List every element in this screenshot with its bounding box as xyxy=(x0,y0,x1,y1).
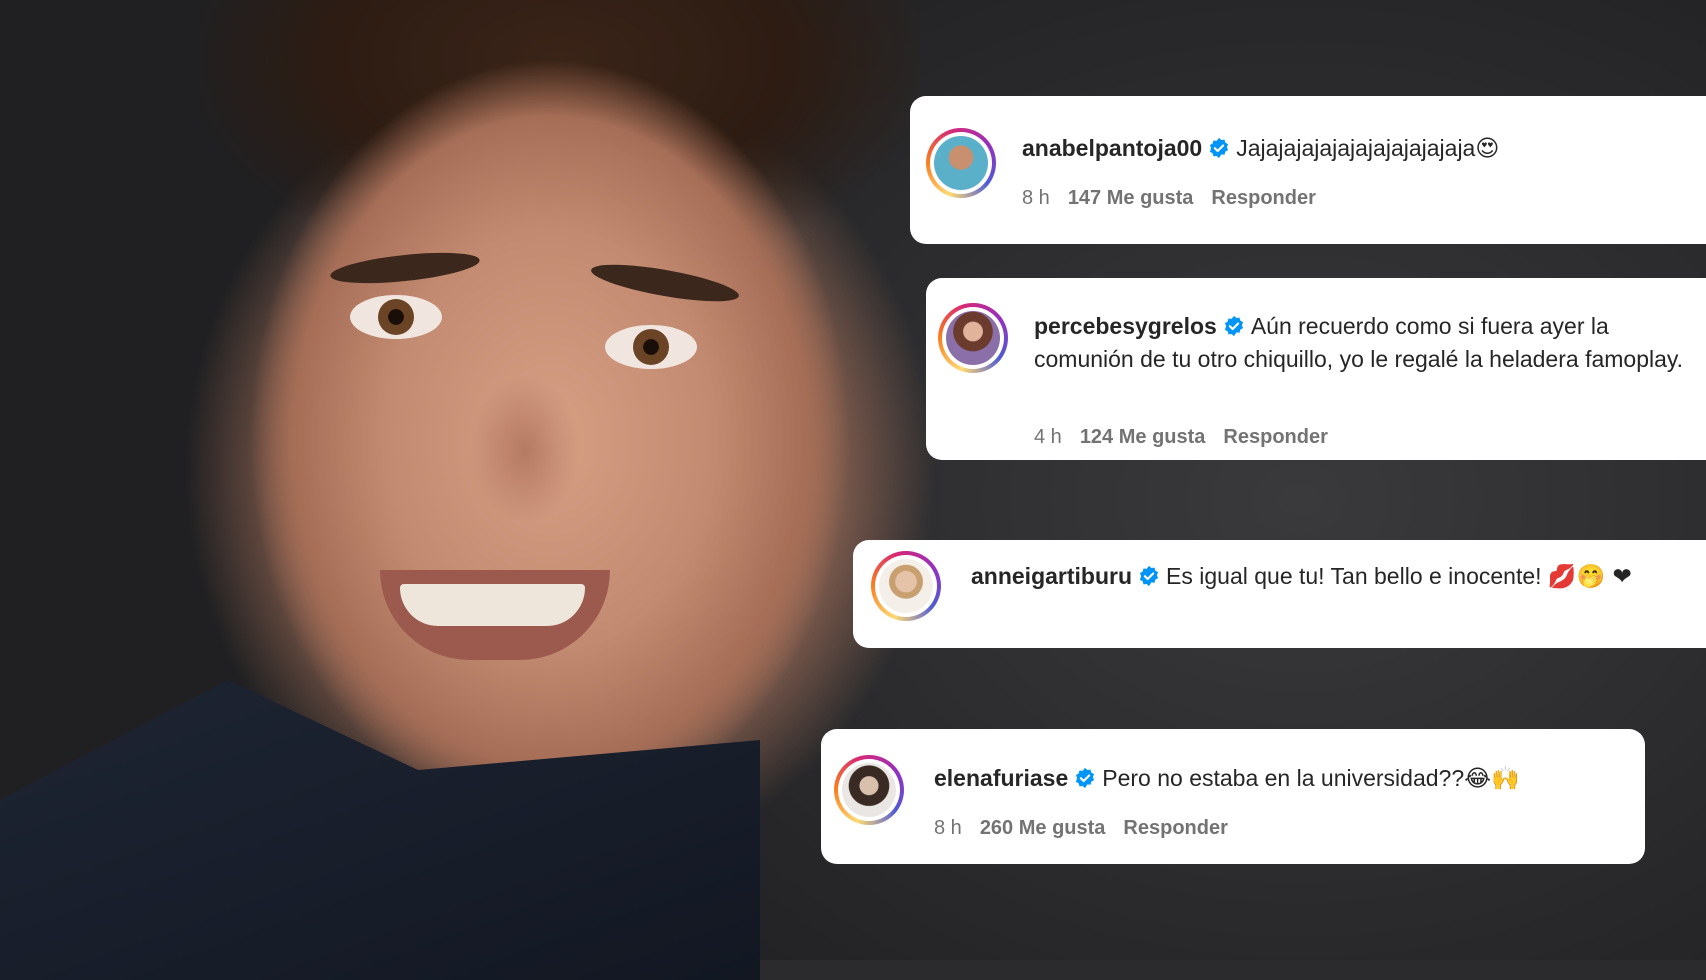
comment-meta: 4 h 124 Me gusta Responder xyxy=(1034,426,1346,449)
comment-time: 8 h xyxy=(934,817,962,839)
comment-text: Pero no estaba en la universidad?? xyxy=(1102,765,1465,791)
comment-meta: 8 h 147 Me gusta Responder xyxy=(1022,187,1334,210)
comment-emojis: 😂🙌 xyxy=(1464,766,1520,792)
comment-likes[interactable]: 124 Me gusta xyxy=(1080,426,1206,448)
comment-emojis: 💋🤭 ❤ xyxy=(1547,564,1632,590)
verified-badge-icon xyxy=(1210,137,1229,159)
comment-time: 8 h xyxy=(1022,187,1050,209)
comment-avatar[interactable] xyxy=(871,551,941,621)
comment-emojis: 😍 xyxy=(1475,136,1500,162)
person-teeth xyxy=(400,584,585,626)
comment-time: 4 h xyxy=(1034,426,1062,448)
right-eye xyxy=(605,325,697,369)
comment-username[interactable]: elenafuriase xyxy=(934,765,1068,791)
comment-meta: 8 h 260 Me gusta Responder xyxy=(934,817,1246,840)
person-nose xyxy=(470,370,580,520)
comment-username[interactable]: percebesygrelos xyxy=(1034,313,1217,339)
comment-card-2: percebesygrelos Aún recuerdo como si fuer… xyxy=(926,278,1706,460)
comment-body: percebesygrelos Aún recuerdo como si fuer… xyxy=(1034,310,1684,376)
comment-text: Es igual que tu! Tan bello e inocente! xyxy=(1166,563,1542,589)
comment-body: elenafuriase Pero no estaba en la univers… xyxy=(934,762,1624,796)
comment-body: anabelpantoja00 Jajajajajajajajajajajajaj… xyxy=(1022,132,1682,166)
comment-card-1: anabelpantoja00 Jajajajajajajajajajajajaj… xyxy=(910,96,1706,244)
comment-likes[interactable]: 260 Me gusta xyxy=(980,817,1106,839)
left-eye xyxy=(350,295,442,339)
verified-badge-icon xyxy=(1076,767,1095,789)
comment-avatar[interactable] xyxy=(834,755,904,825)
comment-text: Jajajajajajajajajajajajaja xyxy=(1236,135,1476,161)
reply-button[interactable]: Responder xyxy=(1123,817,1227,839)
comment-likes[interactable]: 147 Me gusta xyxy=(1068,187,1194,209)
comment-avatar[interactable] xyxy=(938,303,1008,373)
comment-body: anneigartiburu Es igual que tu! Tan bello… xyxy=(971,560,1671,594)
comment-avatar[interactable] xyxy=(926,128,996,198)
comment-username[interactable]: anabelpantoja00 xyxy=(1022,135,1202,161)
comment-username[interactable]: anneigartiburu xyxy=(971,563,1132,589)
comment-card-3: anneigartiburu Es igual que tu! Tan bello… xyxy=(853,540,1706,648)
reply-button[interactable]: Responder xyxy=(1211,187,1315,209)
verified-badge-icon xyxy=(1224,315,1243,337)
verified-badge-icon xyxy=(1139,565,1159,587)
comment-card-4: elenafuriase Pero no estaba en la univers… xyxy=(821,729,1645,864)
reply-button[interactable]: Responder xyxy=(1223,426,1327,448)
